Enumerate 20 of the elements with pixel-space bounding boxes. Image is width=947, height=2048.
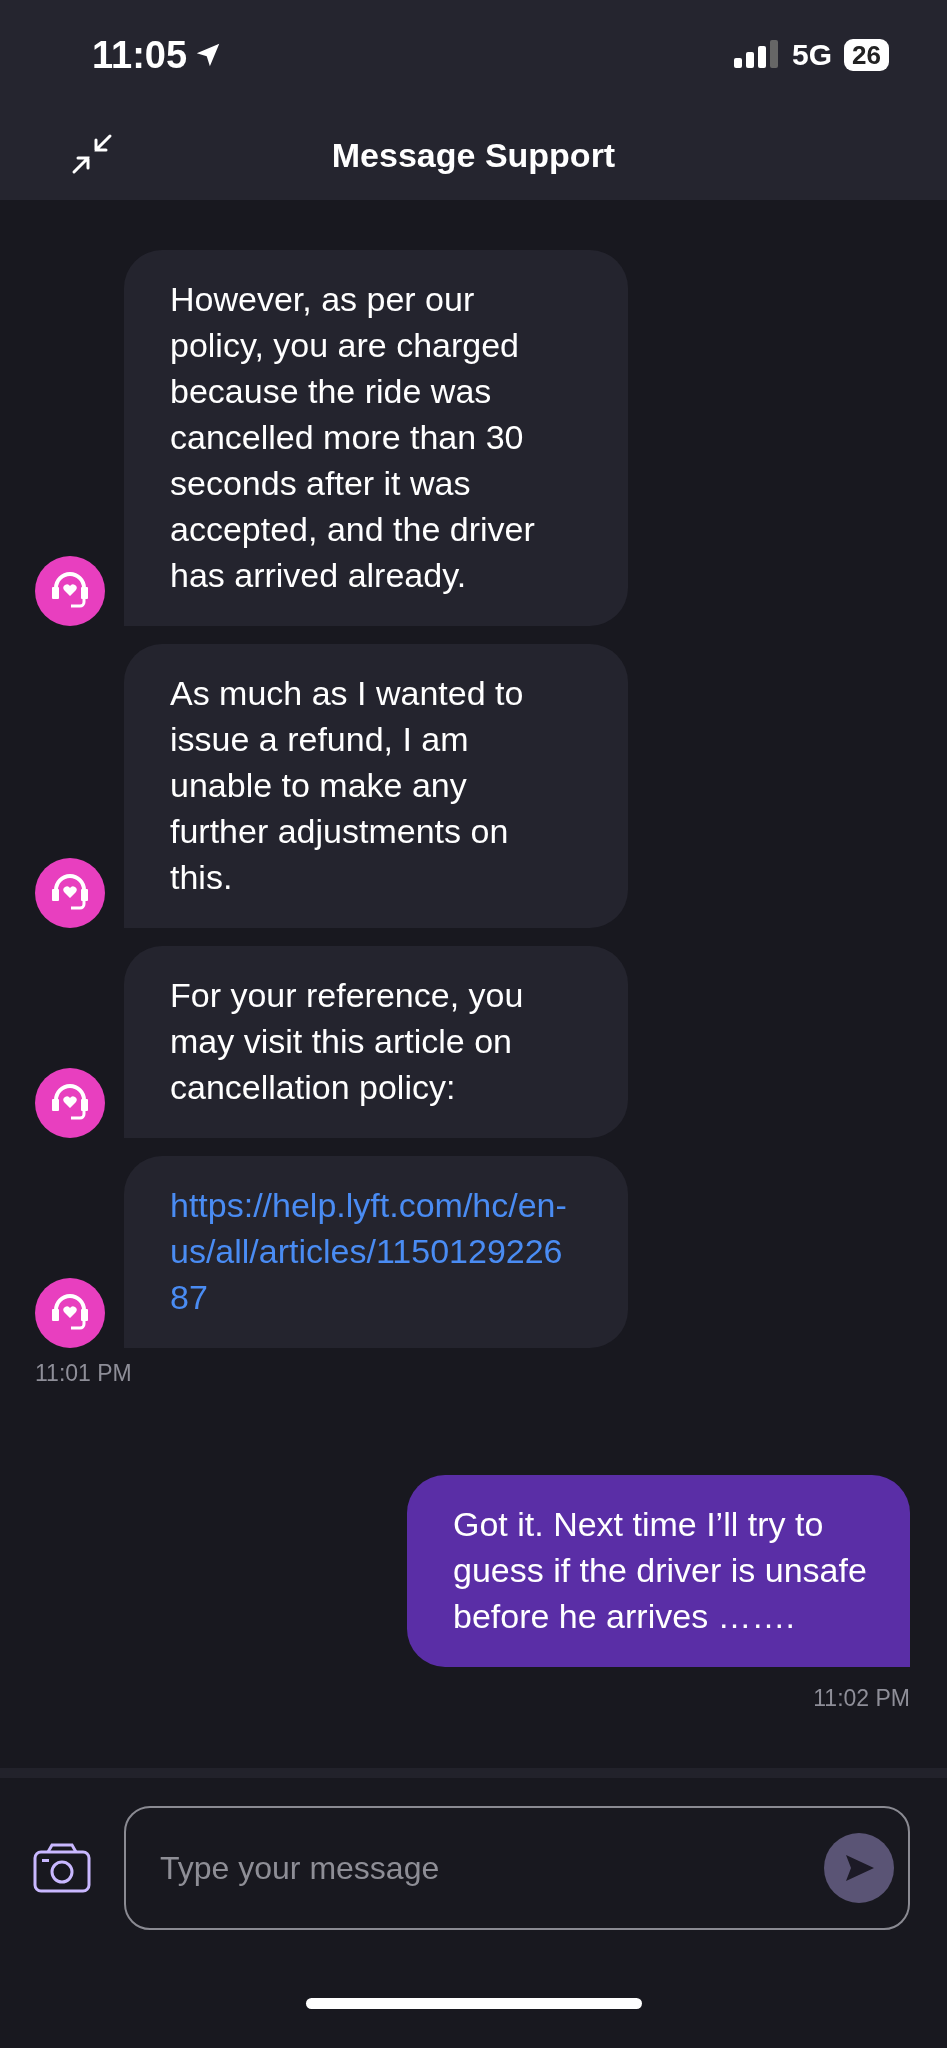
message-bubble: However, as per our policy, you are charged because the ride was cancelled more than 30 seconds after it was accepted, and the driver has arrived already. <box>124 250 628 626</box>
message-bubble: Got it. Next time I’ll try to guess if the driver is unsafe before he arrives ……. <box>407 1475 910 1667</box>
signal-icon <box>734 40 781 70</box>
send-button[interactable] <box>824 1833 894 1903</box>
battery-indicator: 26 <box>844 39 889 71</box>
message-bubble: For your reference, you may visit this article on cancellation policy: <box>124 946 628 1138</box>
support-agent-avatar-icon <box>35 1278 105 1348</box>
support-agent-avatar-icon <box>35 858 105 928</box>
timestamp: 11:02 PM <box>813 1685 910 1712</box>
timestamp: 11:01 PM <box>35 1360 133 1387</box>
support-agent-avatar-icon <box>35 556 105 626</box>
status-time: 11:05 <box>92 33 188 77</box>
collapse-icon[interactable] <box>70 132 114 176</box>
message-input-field[interactable]: Type your message <box>124 1806 910 1930</box>
message-bubble: As much as I wanted to issue a refund, I am unable to make any further adjustments on this. <box>124 644 628 928</box>
support-agent-avatar-icon <box>35 1068 105 1138</box>
camera-icon[interactable] <box>32 1842 92 1894</box>
header-title: Message Support <box>331 135 616 175</box>
network-label: 5G <box>792 38 833 72</box>
article-link[interactable]: https://help.lyft.com/hc/en-us/all/articles/115012922687 <box>170 1182 568 1320</box>
